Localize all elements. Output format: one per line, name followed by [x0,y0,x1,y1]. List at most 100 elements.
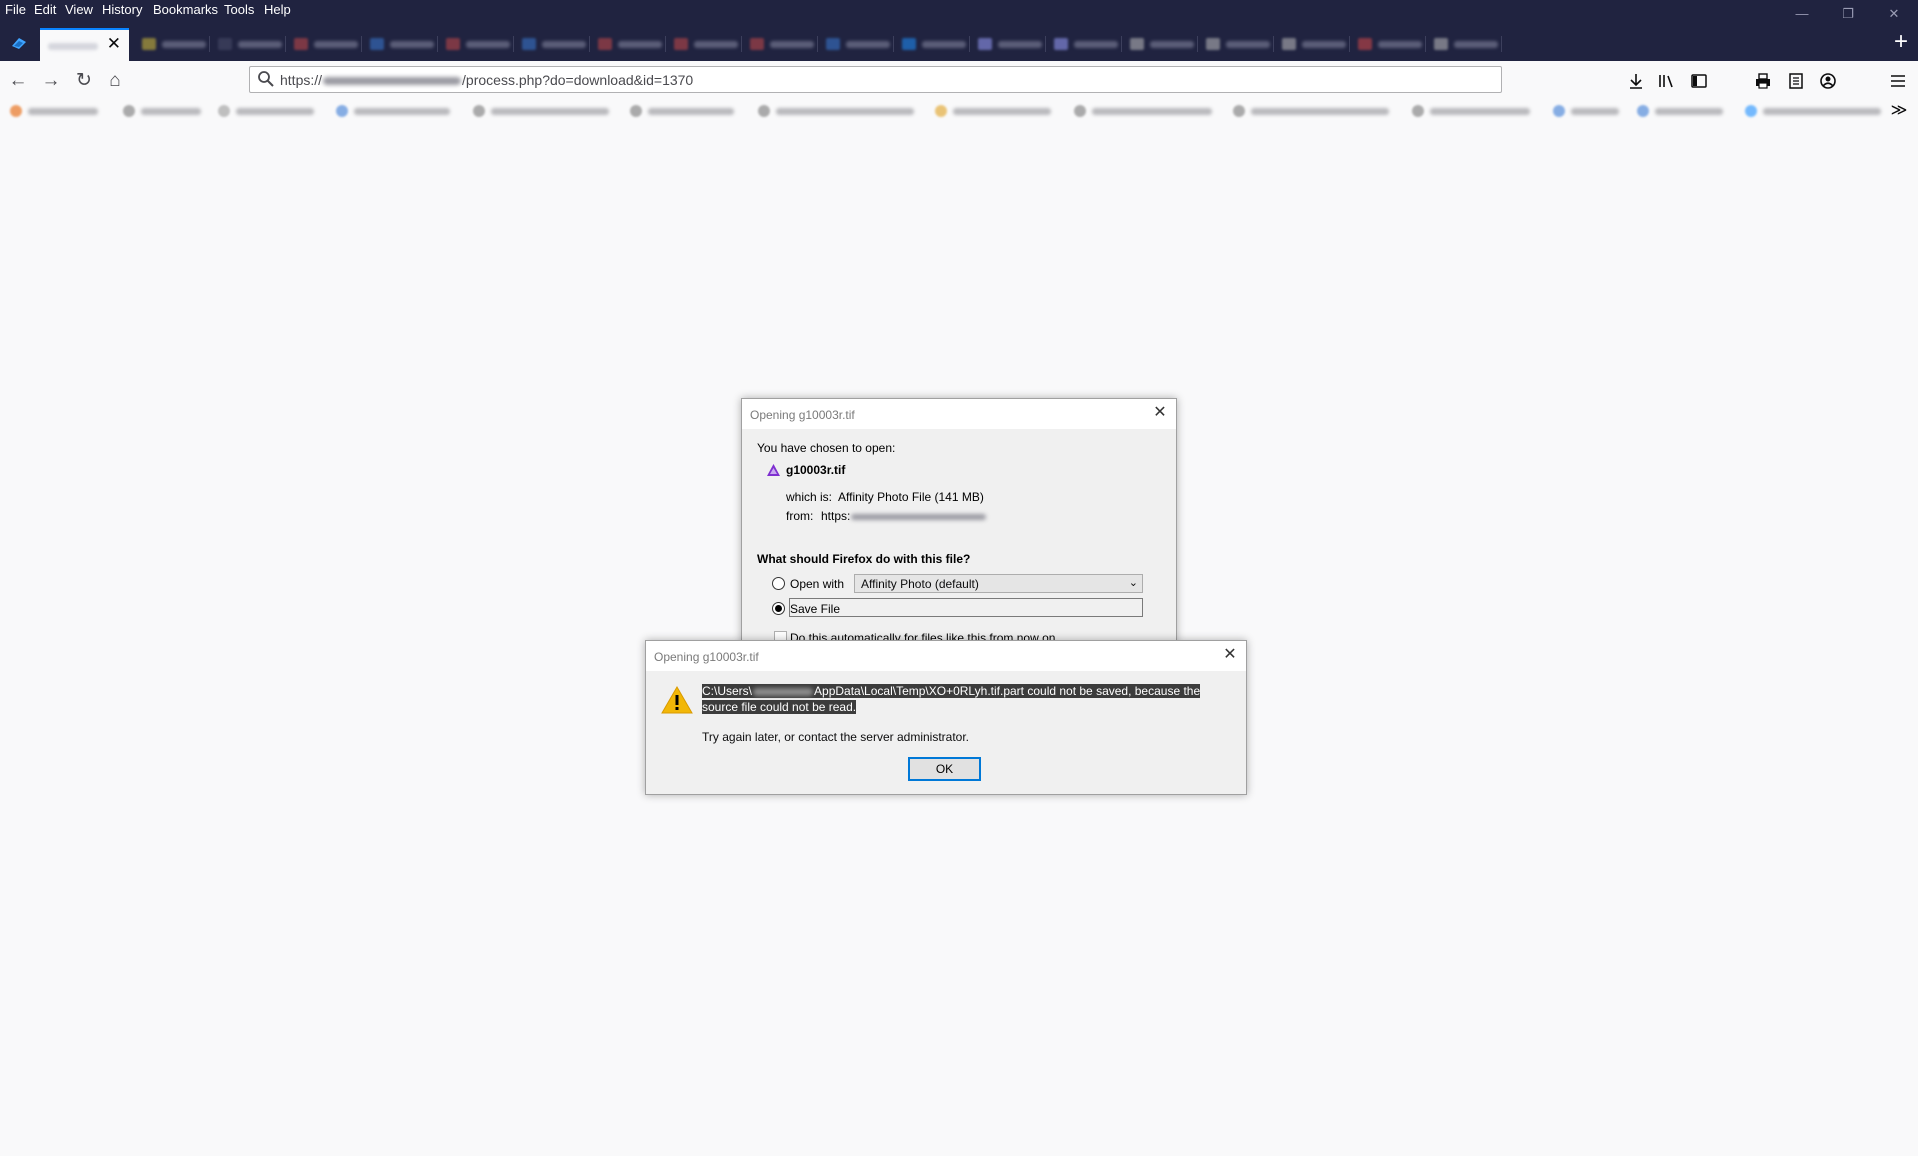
tab-background[interactable] [1198,28,1274,60]
bookmark-item[interactable] [1233,103,1393,119]
which-is-label: which is: [786,490,833,504]
tab-title [1226,41,1270,48]
close-icon[interactable]: ✕ [1152,405,1168,421]
which-is-value: Affinity Photo File (141 MB) [838,490,984,504]
bookmark-title [1763,108,1881,115]
bookmark-item[interactable] [123,103,205,119]
print-icon[interactable] [1753,71,1773,91]
bookmark-favicon [935,105,947,117]
tab-background[interactable] [362,28,438,60]
tab-title [238,41,282,48]
close-icon[interactable]: ✕ [1222,647,1238,663]
bookmark-item[interactable] [1637,103,1727,119]
dialog-titlebar: Opening g10003r.tif ✕ [646,641,1246,671]
bookmark-item[interactable] [1553,103,1623,119]
forward-button[interactable]: → [38,68,64,94]
reader-icon[interactable] [1786,71,1806,91]
bookmarks-overflow-icon[interactable]: ≫ [1888,100,1910,122]
menu-icon[interactable] [1888,71,1908,91]
tab-background[interactable] [894,28,970,60]
tab-favicon [1054,38,1068,50]
username-redacted [753,687,814,696]
tab-background[interactable] [1426,28,1502,60]
tab-title [162,41,206,48]
menu-bookmarks[interactable]: Bookmarks [153,2,218,18]
tab-background[interactable] [818,28,894,60]
tab-background[interactable] [286,28,362,60]
error-secondary-message: Try again later, or contact the server a… [702,730,970,744]
bookmark-item[interactable] [758,103,918,119]
account-icon[interactable] [1818,71,1838,91]
save-file-focus-box [789,598,1143,617]
download-icon[interactable] [1626,71,1646,91]
tab-favicon [1206,38,1220,50]
tab-favicon [902,38,916,50]
tab-background[interactable] [1350,28,1426,60]
from-label: from: [786,509,814,523]
error-dialog: Opening g10003r.tif ✕ C:\Users\ AppData\L… [645,640,1247,795]
bookmark-item[interactable] [1745,103,1885,119]
bookmark-favicon [1074,105,1086,117]
dialog-title: Opening g10003r.tif [654,650,759,664]
open-with-radio[interactable] [772,577,785,590]
tab-favicon [1434,38,1448,50]
warning-icon [661,685,693,714]
tab-background[interactable] [742,28,818,60]
url-bar[interactable]: https:///process.php?do=download&id=1370 [249,66,1502,93]
library-icon[interactable] [1657,71,1677,91]
tab-title [542,41,586,48]
tab-title [770,41,814,48]
tab-background[interactable] [1046,28,1122,60]
open-with-label[interactable]: Open with [790,577,844,591]
chosen-label: You have chosen to open: [757,441,896,455]
tab-close-icon[interactable]: ✕ [107,35,121,53]
tab-background[interactable] [134,28,210,60]
bookmark-item[interactable] [473,103,613,119]
tab-background[interactable] [514,28,590,60]
reload-button[interactable]: ↻ [71,68,97,94]
tab-title [1302,41,1346,48]
menu-history[interactable]: History [102,2,142,18]
back-button[interactable]: ← [5,68,31,94]
tab-background[interactable] [210,28,286,60]
bookmark-item[interactable] [1074,103,1216,119]
tab-background[interactable] [590,28,666,60]
bookmark-title [953,108,1051,115]
tab-favicon [1282,38,1296,50]
bookmark-item[interactable] [336,103,454,119]
bookmark-item[interactable] [10,103,102,119]
sidebar-icon[interactable] [1689,71,1709,91]
bookmark-favicon [630,105,642,117]
tab-favicon [978,38,992,50]
bookmark-item[interactable] [935,103,1055,119]
menu-view[interactable]: View [65,2,93,18]
tab-list-icon[interactable] [10,34,28,52]
bookmark-favicon [1233,105,1245,117]
tab-title [998,41,1042,48]
ok-button[interactable]: OK [908,757,981,781]
tab-background[interactable] [1122,28,1198,60]
tab-background[interactable] [438,28,514,60]
bookmark-item[interactable] [1412,103,1534,119]
tab-title [1150,41,1194,48]
tab-title [390,41,434,48]
menu-bar: File Edit View History Bookmarks Tools H… [0,0,1918,20]
menu-edit[interactable]: Edit [34,2,56,18]
save-file-label[interactable]: Save File [790,602,840,616]
new-tab-button[interactable]: + [1888,30,1914,56]
bookmark-favicon [1637,105,1649,117]
bookmark-item[interactable] [218,103,318,119]
tab-background[interactable] [666,28,742,60]
bookmark-item[interactable] [630,103,738,119]
open-with-select[interactable]: Affinity Photo (default) ⌄ [854,574,1143,593]
tab-separator [1501,36,1502,52]
tab-background[interactable] [1274,28,1350,60]
home-button[interactable]: ⌂ [102,68,128,94]
menu-help[interactable]: Help [264,2,291,18]
tab-active[interactable]: ✕ [40,28,129,61]
tab-background[interactable] [970,28,1046,60]
menu-tools[interactable]: Tools [224,2,254,18]
save-file-radio[interactable] [772,602,785,615]
menu-file[interactable]: File [5,2,26,18]
tab-favicon [826,38,840,50]
